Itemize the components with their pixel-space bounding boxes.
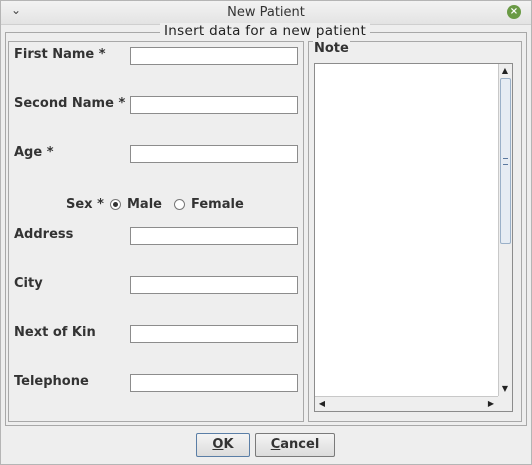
vertical-scroll-thumb[interactable] — [500, 78, 511, 244]
sex-male-radio[interactable] — [110, 199, 121, 210]
city-label: City — [14, 276, 43, 291]
scroll-corner — [498, 396, 512, 411]
ok-button[interactable]: OK — [196, 433, 250, 457]
window-title: New Patient — [227, 5, 305, 20]
ok-label-rest: K — [223, 437, 234, 452]
city-field[interactable] — [130, 276, 298, 294]
cancel-mnemonic: C — [270, 437, 281, 452]
sex-female-radio[interactable] — [174, 199, 185, 210]
group-title: Insert data for a new patient — [160, 23, 371, 39]
sex-label: Sex * — [66, 197, 104, 212]
scroll-down-arrow-icon[interactable]: ▼ — [499, 384, 511, 394]
sex-female-label[interactable]: Female — [191, 197, 244, 212]
first-name-field[interactable] — [130, 47, 298, 65]
new-patient-dialog: ⌄ New Patient × Insert data for a new pa… — [0, 0, 532, 465]
horizontal-scroll-track[interactable] — [329, 398, 482, 410]
age-label: Age * — [14, 145, 54, 160]
note-textarea[interactable] — [315, 64, 498, 396]
next-of-kin-field[interactable] — [130, 325, 298, 343]
first-name-label: First Name * — [14, 47, 106, 62]
age-field[interactable] — [130, 145, 298, 163]
address-field[interactable] — [130, 227, 298, 245]
ok-mnemonic: O — [212, 437, 224, 452]
note-scroll-pane[interactable]: ▲ ▼ ◀ ▶ — [314, 63, 513, 412]
scroll-right-arrow-icon[interactable]: ▶ — [485, 399, 497, 409]
address-label: Address — [14, 227, 74, 242]
telephone-field[interactable] — [130, 374, 298, 392]
sex-male-label[interactable]: Male — [127, 197, 162, 212]
note-title: Note — [313, 41, 350, 56]
title-bar[interactable]: ⌄ New Patient × — [1, 1, 531, 25]
cancel-label-rest: ancel — [280, 437, 320, 452]
horizontal-scrollbar[interactable]: ◀ ▶ — [315, 396, 498, 411]
close-icon[interactable]: × — [507, 5, 521, 19]
next-of-kin-label: Next of Kin — [14, 325, 96, 340]
cancel-button[interactable]: Cancel — [255, 433, 335, 457]
grip-icon — [503, 158, 508, 165]
scroll-left-arrow-icon[interactable]: ◀ — [316, 399, 328, 409]
second-name-label: Second Name * — [14, 96, 126, 111]
vertical-scrollbar[interactable]: ▲ ▼ — [498, 64, 512, 396]
telephone-label: Telephone — [14, 374, 89, 389]
scroll-up-arrow-icon[interactable]: ▲ — [499, 66, 511, 76]
second-name-field[interactable] — [130, 96, 298, 114]
